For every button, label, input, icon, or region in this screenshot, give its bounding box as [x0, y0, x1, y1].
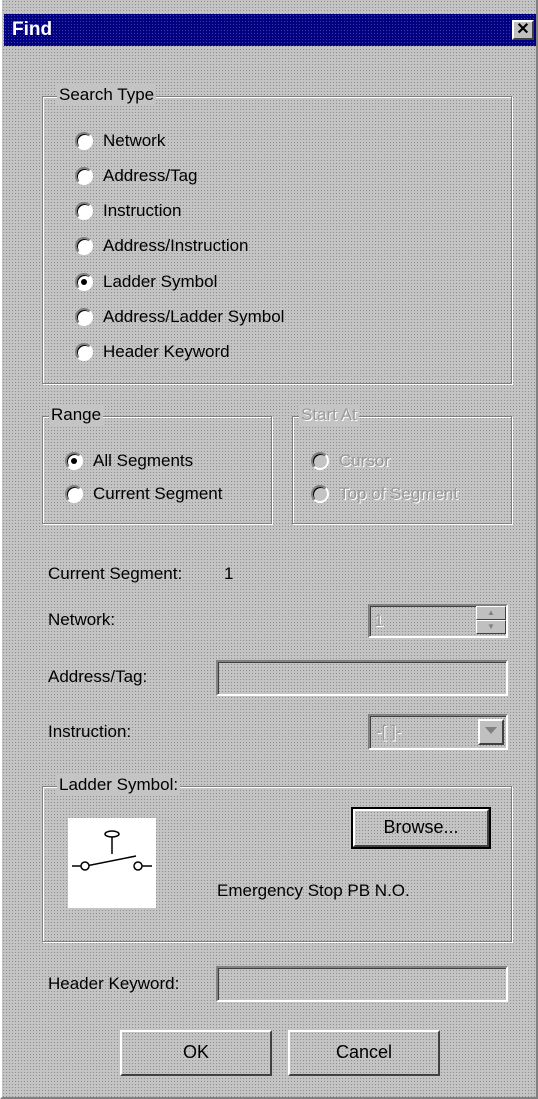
radio-address-ladder-symbol[interactable]: Address/Ladder Symbol	[75, 307, 284, 327]
radio-network[interactable]: Network	[75, 131, 165, 151]
radio-instruction[interactable]: Instruction	[75, 201, 181, 221]
ok-button-label: OK	[182, 1042, 209, 1062]
radio-all-segments[interactable]: All Segments	[65, 451, 193, 471]
network-input[interactable]: 1 ▲ ▼	[368, 604, 508, 638]
radio-top-of-segment: Top of Segment	[311, 484, 458, 504]
range-legend: Range	[49, 405, 104, 425]
address-tag-input[interactable]	[216, 660, 508, 696]
radio-current-segment[interactable]: Current Segment	[65, 484, 222, 504]
radio-all-segments-indicator	[65, 452, 83, 470]
chevron-down-icon	[485, 727, 497, 734]
radio-instruction-label: Instruction	[103, 201, 182, 220]
radio-network-label: Network	[103, 131, 166, 150]
radio-current-segment-label: Current Segment	[93, 484, 223, 503]
radio-current-segment-indicator	[65, 485, 83, 503]
network-label: Network:	[48, 610, 116, 629]
network-value: 1	[374, 611, 384, 630]
radio-address-tag-label: Address/Tag	[103, 166, 198, 185]
radio-header-keyword[interactable]: Header Keyword	[75, 342, 230, 362]
header-keyword-label: Header Keyword:	[48, 974, 180, 993]
close-button[interactable]: ✕	[512, 20, 534, 40]
radio-top-of-segment-label: Top of Segment	[339, 484, 459, 503]
radio-top-of-segment-indicator	[311, 485, 329, 503]
instruction-value: -[ ]-	[376, 722, 402, 741]
radio-ladder-symbol-label: Ladder Symbol	[103, 272, 218, 291]
find-dialog: Find ✕ Search Type Network Address/Tag I…	[0, 0, 538, 1099]
search-type-legend: Search Type	[57, 85, 157, 105]
radio-address-instruction[interactable]: Address/Instruction	[75, 236, 249, 256]
radio-all-segments-label: All Segments	[93, 451, 194, 470]
radio-network-indicator	[75, 132, 93, 150]
title-bar[interactable]: Find ✕	[4, 14, 536, 46]
instruction-dropdown-button[interactable]	[478, 719, 504, 745]
radio-address-ladder-symbol-label: Address/Ladder Symbol	[103, 307, 285, 326]
start-at-group: Start At Cursor Top of Segment	[292, 405, 512, 524]
current-segment-label: Current Segment:	[48, 564, 183, 583]
browse-button[interactable]: Browse...	[351, 807, 491, 849]
radio-ladder-symbol[interactable]: Ladder Symbol	[75, 272, 217, 292]
cancel-button[interactable]: Cancel	[288, 1030, 440, 1076]
radio-address-ladder-symbol-indicator	[75, 308, 93, 326]
address-tag-label: Address/Tag:	[48, 667, 148, 686]
ok-button[interactable]: OK	[120, 1030, 272, 1076]
dialog-title: Find	[12, 19, 53, 40]
radio-address-instruction-label: Address/Instruction	[103, 236, 249, 255]
header-keyword-input[interactable]	[216, 966, 508, 1002]
ladder-symbol-legend: Ladder Symbol:	[57, 775, 181, 795]
pushbutton-normally-open-icon	[68, 818, 156, 908]
radio-cursor-label: Cursor	[339, 451, 391, 470]
radio-address-instruction-indicator	[75, 237, 93, 255]
radio-ladder-symbol-indicator	[75, 273, 93, 291]
spin-up-icon[interactable]: ▲	[476, 606, 506, 620]
start-at-legend: Start At	[299, 405, 359, 425]
range-group: Range All Segments Current Segment	[42, 405, 272, 524]
radio-cursor: Cursor	[311, 451, 390, 471]
browse-button-label: Browse...	[383, 817, 459, 837]
search-type-group: Search Type Network Address/Tag Instruct…	[42, 85, 512, 384]
spin-down-icon[interactable]: ▼	[476, 620, 506, 634]
close-icon: ✕	[516, 21, 530, 38]
instruction-label: Instruction:	[48, 722, 132, 741]
current-segment-value: 1	[224, 564, 234, 583]
radio-cursor-indicator	[311, 452, 329, 470]
cancel-button-label: Cancel	[335, 1042, 393, 1062]
ladder-symbol-description: Emergency Stop PB N.O.	[217, 881, 410, 900]
radio-instruction-indicator	[75, 202, 93, 220]
instruction-select[interactable]: -[ ]-	[368, 714, 508, 750]
radio-address-tag-indicator	[75, 167, 93, 185]
radio-header-keyword-indicator	[75, 343, 93, 361]
radio-address-tag[interactable]: Address/Tag	[75, 166, 198, 186]
radio-header-keyword-label: Header Keyword	[103, 342, 230, 361]
network-stepper[interactable]: ▲ ▼	[476, 606, 506, 634]
